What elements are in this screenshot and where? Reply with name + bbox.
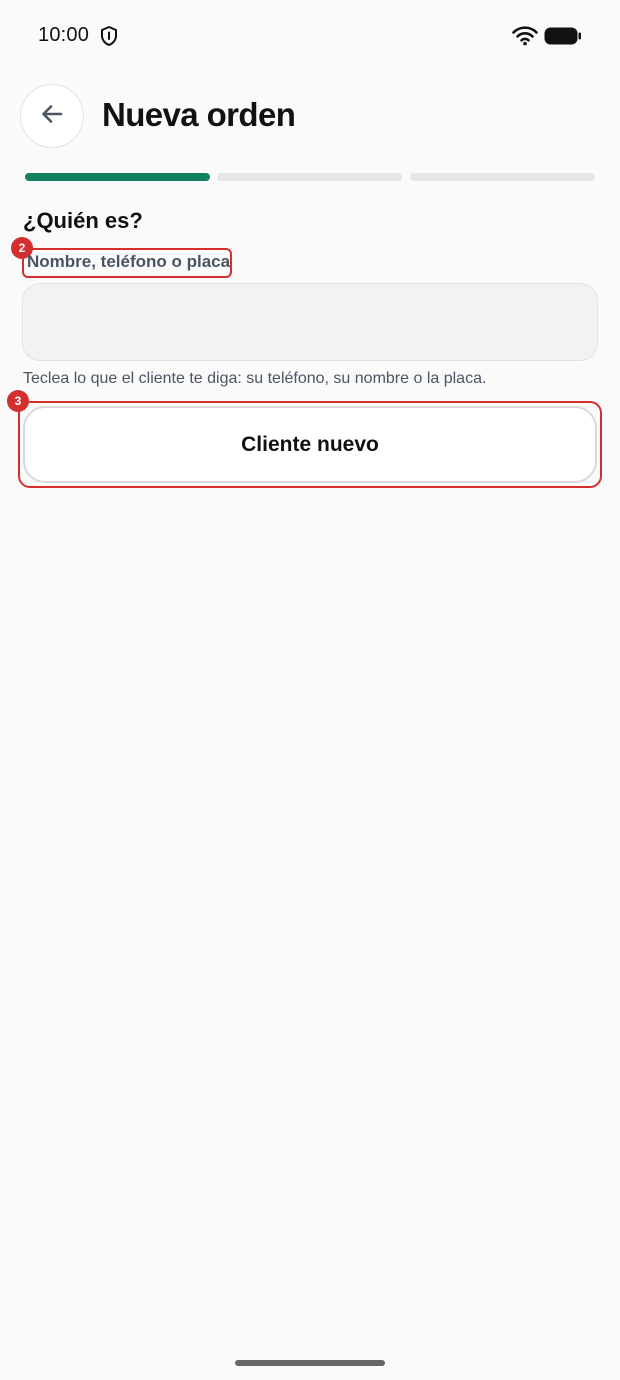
progress-stepper (25, 173, 595, 181)
battery-icon (544, 27, 582, 45)
helper-text: Teclea lo que el cliente te diga: su tel… (23, 370, 487, 387)
wifi-icon (512, 26, 538, 46)
progress-step-2 (217, 173, 402, 181)
search-field-label: Nombre, teléfono o placa (27, 252, 231, 271)
arrow-left-icon (38, 100, 66, 133)
search-input[interactable] (22, 283, 598, 361)
page-title: Nueva orden (102, 96, 296, 133)
new-client-button[interactable]: Cliente nuevo (23, 406, 597, 483)
progress-step-1 (25, 173, 210, 181)
annotation-badge-3: 3 (7, 390, 29, 412)
progress-step-3 (410, 173, 595, 181)
status-bar: 10:00 (0, 0, 620, 72)
status-time: 10:00 (38, 24, 90, 46)
shield-icon (98, 25, 120, 47)
back-button[interactable] (20, 84, 84, 148)
question-heading: ¿Quién es? (23, 208, 143, 233)
home-indicator[interactable] (235, 1360, 385, 1366)
